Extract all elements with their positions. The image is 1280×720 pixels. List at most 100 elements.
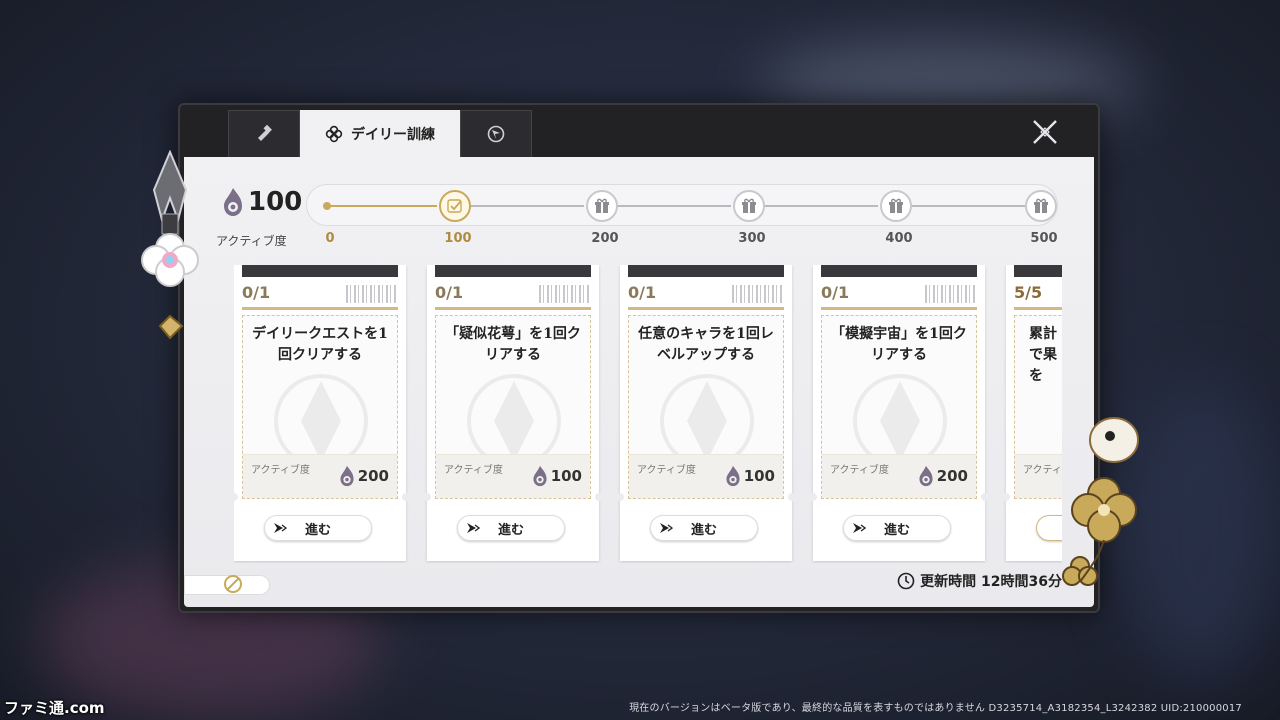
reward-points-value: 100 (550, 467, 582, 485)
milestone-label: 500 (1030, 231, 1058, 246)
ticket-notch (981, 493, 989, 501)
milestone-500-node[interactable] (1025, 190, 1057, 222)
flame-token-icon (533, 465, 547, 487)
reward-points: 200 (918, 465, 968, 487)
pendant-ornament-icon (141, 150, 199, 340)
quest-description-box: デイリークエストを1回クリアする アクティブ度 200 (242, 315, 398, 499)
quest-progress: 0/1 (242, 283, 271, 302)
progress-line (616, 205, 731, 207)
go-button[interactable]: 進む (264, 515, 372, 541)
site-watermark: ファミ通.com (4, 699, 105, 717)
reward-label: アクティブ度 (251, 465, 310, 476)
card-header-bar (242, 265, 398, 277)
milestone-label: 300 (738, 231, 766, 246)
milestone-100-node[interactable] (439, 190, 471, 222)
flame-token-icon (340, 465, 354, 487)
clover-icon (325, 125, 343, 142)
checkmark-icon (447, 199, 462, 213)
gift-icon (1034, 198, 1048, 213)
quest-card: 0/1 「疑似花萼」を1回クリアする アクティブ度 100 進む (423, 265, 603, 561)
card-header-bar (1014, 265, 1062, 277)
go-button[interactable]: 進む (650, 515, 758, 541)
activity-score-value: 100 (248, 187, 303, 217)
milestone-400-node[interactable] (880, 190, 912, 222)
quest-progress: 0/1 (628, 283, 657, 302)
quest-progress: 0/1 (821, 283, 850, 302)
milestone-300-node[interactable] (733, 190, 765, 222)
quest-title: 「模擬宇宙」を1回クリアする (831, 326, 967, 363)
progress-line (469, 205, 584, 207)
ticket-notch (788, 493, 796, 501)
activity-score: 100 (222, 187, 302, 217)
beta-disclaimer: 現在のバージョンはベータ版であり、最終的な品質を表すものではありません D323… (629, 703, 1242, 714)
progress-fill (327, 205, 437, 207)
clover-ornament-icon (1062, 417, 1139, 586)
activity-label: アクティブ度 (216, 234, 287, 248)
quest-description-box: 「疑似花萼」を1回クリアする アクティブ度 100 (435, 315, 591, 499)
barcode-decoration (732, 285, 784, 303)
ticket-notch (1002, 493, 1010, 501)
quest-reward: アクティブ度 100 (436, 454, 590, 498)
quest-card: 5/5 累計で果を アクティブ度 (1002, 265, 1062, 561)
quest-reward: アクティブ度 100 (629, 454, 783, 498)
barcode-decoration (539, 285, 591, 303)
quest-title: デイリークエストを1回クリアする (252, 326, 388, 363)
ticket-notch (595, 493, 603, 501)
card-divider (435, 307, 591, 310)
progress-line (763, 205, 878, 207)
ticket-notch (809, 493, 817, 501)
quest-title: 「疑似花萼」を1回クリアする (445, 326, 581, 363)
progress-line (910, 205, 1025, 207)
gift-icon (889, 198, 903, 213)
flame-token-icon (919, 465, 933, 487)
quest-progress: 0/1 (435, 283, 464, 302)
tab-daily-training[interactable]: デイリー訓練 (300, 110, 460, 157)
corner-ornament (184, 575, 270, 595)
card-divider (1014, 307, 1062, 310)
reward-points: 100 (532, 465, 582, 487)
reward-label: アクティブ度 (830, 465, 889, 476)
go-button-label: 進む (883, 522, 910, 538)
reward-points: 100 (725, 465, 775, 487)
tab-tools[interactable] (228, 110, 300, 157)
panel-body: 100 アクティブ度 0 100 200 300 400 500 0/1 デイリ… (184, 157, 1094, 607)
quest-description-box: 累計で果を アクティブ度 (1014, 315, 1062, 499)
gift-icon (595, 198, 609, 213)
ticket-notch (402, 493, 410, 501)
go-button-label: 進む (690, 522, 717, 538)
activity-progress-track (306, 184, 1058, 226)
reward-points: 200 (339, 465, 389, 487)
milestone-label: 400 (885, 231, 913, 246)
tab-daily-training-label: デイリー訓練 (351, 126, 435, 143)
compass-icon (487, 125, 505, 143)
daily-training-panel: デイリー訓練 100 アクティブ度 0 100 200 300 400 500 … (178, 103, 1100, 613)
reward-points-value: 200 (357, 467, 389, 485)
reward-label: アクティブ度 (1023, 465, 1062, 476)
barcode-decoration (346, 285, 398, 303)
flame-token-icon (726, 465, 740, 487)
reward-points-value: 200 (936, 467, 968, 485)
quest-card: 0/1 「模擬宇宙」を1回クリアする アクティブ度 200 進む (809, 265, 989, 561)
ticket-notch (234, 493, 238, 501)
go-button[interactable]: 進む (457, 515, 565, 541)
milestone-label: 0 (325, 231, 335, 246)
clock-icon (897, 572, 915, 590)
card-divider (242, 307, 398, 310)
quest-progress: 5/5 (1014, 283, 1043, 302)
reward-label: アクティブ度 (444, 465, 503, 476)
quest-title: 任意のキャラを1回レベルアップする (638, 326, 774, 363)
ticket-notch (616, 493, 624, 501)
barcode-decoration (925, 285, 977, 303)
card-header-bar (435, 265, 591, 277)
quest-card-list: 0/1 デイリークエストを1回クリアする アクティブ度 200 進む 0/1 「… (234, 265, 1062, 563)
gift-icon (742, 198, 756, 213)
tab-compass[interactable] (460, 110, 532, 157)
milestone-label: 100 (444, 231, 472, 246)
milestone-200-node[interactable] (586, 190, 618, 222)
go-button[interactable]: 進む (843, 515, 951, 541)
reward-points-value: 100 (743, 467, 775, 485)
quest-card: 0/1 デイリークエストを1回クリアする アクティブ度 200 進む (234, 265, 410, 561)
quest-reward: アクティブ度 200 (822, 454, 976, 498)
go-button-label: 進む (304, 522, 331, 538)
close-icon[interactable] (1030, 117, 1060, 147)
